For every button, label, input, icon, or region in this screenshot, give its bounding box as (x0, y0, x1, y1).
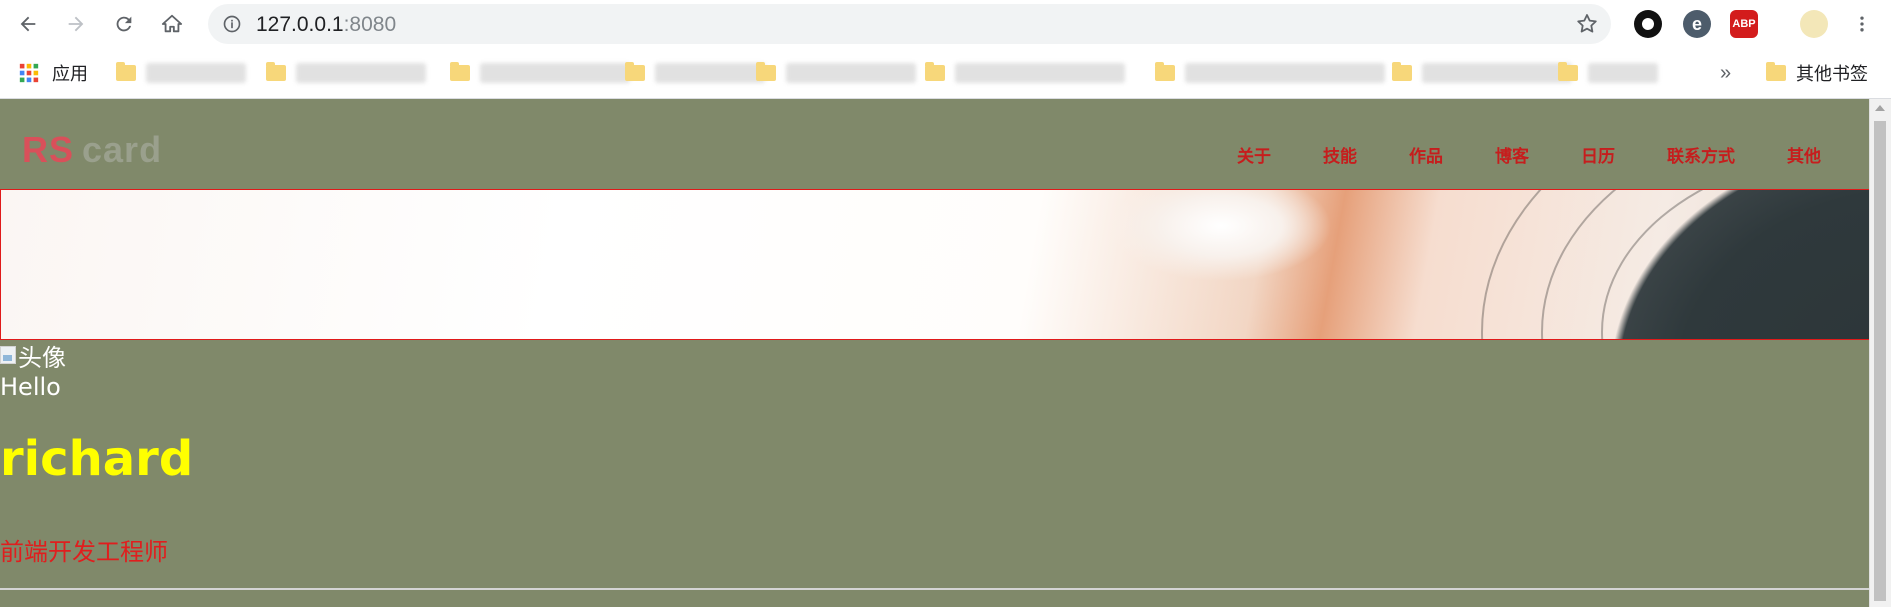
bookmark-folder[interactable] (925, 60, 1125, 86)
nav-link-other[interactable]: 其他 (1787, 142, 1821, 167)
folder-icon (1766, 62, 1786, 81)
other-bookmarks-folder[interactable]: 其他书签 (1766, 60, 1868, 86)
bookmark-folder[interactable] (450, 60, 630, 86)
url-port: :8080 (343, 13, 397, 36)
abp-icon[interactable]: ABP (1730, 10, 1758, 38)
bookmark-folder[interactable] (116, 60, 246, 86)
page-viewport: RS card 关于 技能 作品 博客 日历 联系方式 其他 头像 Hello r… (0, 99, 1870, 607)
bookmarks-overflow-button[interactable]: » (1720, 60, 1731, 86)
bookmark-folder[interactable] (266, 60, 426, 86)
apps-grid-icon (19, 63, 39, 83)
site-nav: 关于 技能 作品 博客 日历 联系方式 其他 (1185, 142, 1821, 167)
info-icon[interactable] (222, 14, 242, 34)
scrollbar-thumb[interactable] (1874, 121, 1886, 601)
bookmark-star-icon[interactable] (1575, 12, 1599, 36)
reload-button[interactable] (108, 8, 140, 40)
redacted-label (1588, 63, 1658, 83)
profile-avatar-icon[interactable] (1800, 10, 1828, 38)
address-bar[interactable]: 127.0.0.1:8080 (208, 4, 1611, 44)
vertical-scrollbar[interactable] (1869, 99, 1891, 607)
scroll-up-arrow-icon[interactable] (1875, 105, 1885, 111)
black-circle-extension-icon[interactable] (1634, 10, 1662, 38)
logo-card: card (82, 129, 163, 170)
home-button[interactable] (156, 8, 188, 40)
folder-icon (1155, 62, 1175, 81)
folder-icon (450, 62, 470, 81)
site-logo[interactable]: RS card (22, 129, 162, 171)
avatar: 头像 (0, 343, 66, 372)
broken-image-icon (0, 346, 16, 364)
nav-link-contact[interactable]: 联系方式 (1667, 142, 1735, 167)
nav-link-skills[interactable]: 技能 (1323, 142, 1357, 167)
bookmark-folder[interactable] (1392, 60, 1572, 86)
reload-icon (116, 16, 132, 32)
profile-name: richard (0, 431, 194, 487)
apps-shortcut[interactable]: 应用 (18, 60, 88, 86)
greeting-text: Hello (0, 373, 61, 401)
redacted-label (1422, 63, 1572, 83)
redacted-label (296, 63, 426, 83)
overflow-label: » (1720, 61, 1732, 84)
folder-icon (925, 62, 945, 81)
header-banner-image (0, 189, 1870, 340)
section-divider (0, 588, 1870, 590)
folder-icon (1392, 62, 1412, 81)
redacted-label (480, 63, 630, 83)
forward-button[interactable] (60, 8, 92, 40)
bookmark-folder[interactable] (625, 60, 765, 86)
logo-rs: RS (22, 129, 75, 170)
redacted-label (1185, 63, 1385, 83)
redacted-label (655, 63, 765, 83)
back-button[interactable] (12, 8, 44, 40)
job-title: 前端开发工程师 (0, 538, 168, 566)
bookmarks-bar: 应用 » 其他书签 (0, 48, 1891, 99)
folder-icon (1558, 62, 1578, 81)
folder-icon (266, 62, 286, 81)
abp-label: ABP (1732, 18, 1756, 30)
folder-icon (625, 62, 645, 81)
apps-label: 应用 (52, 64, 88, 84)
more-vert-icon (1860, 16, 1864, 32)
nav-link-calendar[interactable]: 日历 (1581, 142, 1615, 167)
forward-arrow-icon (68, 16, 84, 32)
redacted-label (786, 63, 916, 83)
e-extension-icon[interactable]: e (1683, 10, 1711, 38)
other-bookmarks-label: 其他书签 (1796, 64, 1868, 84)
folder-icon (756, 62, 776, 81)
avatar-alt-text: 头像 (18, 343, 66, 372)
nav-link-about[interactable]: 关于 (1237, 142, 1271, 167)
bookmark-folder[interactable] (1155, 60, 1385, 86)
redacted-label (146, 63, 246, 83)
url-host: 127.0.0.1 (256, 13, 344, 36)
chrome-menu-button[interactable] (1846, 8, 1878, 40)
url-text[interactable]: 127.0.0.1:8080 (256, 13, 396, 37)
bookmark-folder[interactable] (756, 60, 916, 86)
bookmark-folder[interactable] (1558, 60, 1658, 86)
browser-toolbar: 127.0.0.1:8080 e ABP (0, 0, 1891, 48)
folder-icon (116, 62, 136, 81)
nav-link-works[interactable]: 作品 (1409, 142, 1443, 167)
back-arrow-icon (20, 16, 36, 32)
redacted-label (955, 63, 1125, 83)
nav-link-blog[interactable]: 博客 (1495, 142, 1529, 167)
home-icon (161, 14, 183, 33)
